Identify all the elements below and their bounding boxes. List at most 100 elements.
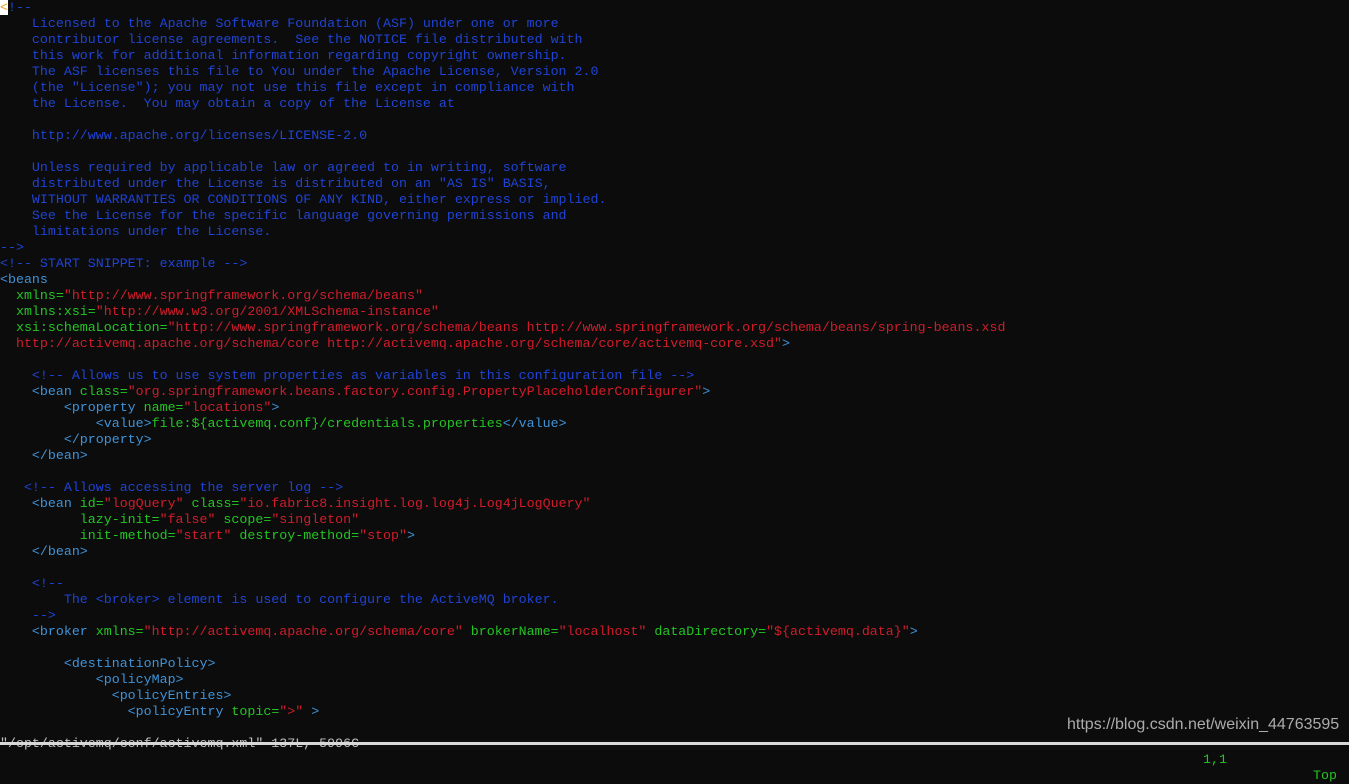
code-line: <destinationPolicy> [0, 656, 1349, 672]
code-line: xmlns="http://www.springframework.org/sc… [0, 288, 1349, 304]
comment-text: <!-- [0, 576, 64, 591]
xml-tag: </property> [0, 432, 152, 447]
comment-text: distributed under the License is distrib… [0, 176, 551, 191]
xml-attribute: brokerName= [462, 624, 559, 639]
code-line: <value>file:${activemq.conf}/credentials… [0, 416, 1349, 432]
string-value: "io.fabric8.insight.log.log4j.Log4jLogQu… [239, 496, 591, 511]
comment-text: contributor license agreements. See the … [0, 32, 583, 47]
string-value: "start" [175, 528, 232, 543]
xml-tag: <property [0, 400, 136, 415]
string-value: "http://activemq.apache.org/schema/core" [143, 624, 463, 639]
xml-tag: <policyEntry [0, 704, 224, 719]
xml-tag: > [702, 384, 711, 399]
comment-text: http://www.apache.org/licenses/LICENSE-2… [0, 128, 368, 143]
code-line: </bean> [0, 448, 1349, 464]
cursor-position: 1,1 [1203, 752, 1227, 767]
code-line: <policyMap> [0, 672, 1349, 688]
code-line: this work for additional information reg… [0, 48, 1349, 64]
comment-text: The ASF licenses this file to You under … [0, 64, 599, 79]
code-line: <!-- [0, 0, 1349, 16]
comment-text: --> [0, 608, 56, 623]
code-line: lazy-init="false" scope="singleton" [0, 512, 1349, 528]
code-line: See the License for the specific languag… [0, 208, 1349, 224]
scroll-position: Top [1313, 768, 1337, 783]
string-value: "false" [159, 512, 216, 527]
code-line: contributor license agreements. See the … [0, 32, 1349, 48]
code-line: </bean> [0, 544, 1349, 560]
comment-text: <!-- Allows us to use system properties … [0, 368, 695, 383]
code-line: <bean id="logQuery" class="io.fabric8.in… [0, 496, 1349, 512]
code-line: WITHOUT WARRANTIES OR CONDITIONS OF ANY … [0, 192, 1349, 208]
string-value: ">" [279, 704, 304, 719]
xml-tag: <policyEntries> [0, 688, 232, 703]
code-line: --> [0, 608, 1349, 624]
xml-attribute: destroy-method= [231, 528, 360, 543]
string-value: "localhost" [558, 624, 647, 639]
code-line: --> [0, 240, 1349, 256]
xml-tag: <value> [0, 416, 152, 431]
string-value: "${activemq.data}" [766, 624, 910, 639]
string-value: "http://www.springframework.org/schema/b… [167, 320, 1006, 335]
string-value: "http://www.w3.org/2001/XMLSchema-instan… [95, 304, 439, 319]
code-line: http://activemq.apache.org/schema/core h… [0, 336, 1349, 352]
code-line: <beans [0, 272, 1349, 288]
xml-tag: <beans [0, 272, 48, 287]
xml-tag: </bean> [0, 448, 88, 463]
code-line: The <broker> element is used to configur… [0, 592, 1349, 608]
xml-tag: </bean> [0, 544, 88, 559]
code-line: <policyEntries> [0, 688, 1349, 704]
code-line: http://www.apache.org/licenses/LICENSE-2… [0, 128, 1349, 144]
xml-attribute: xmlns:xsi= [0, 304, 96, 319]
code-line: init-method="start" destroy-method="stop… [0, 528, 1349, 544]
xml-attribute: name= [135, 400, 184, 415]
xml-attribute: xsi:schemaLocation= [0, 320, 168, 335]
xml-tag: > [909, 624, 918, 639]
xml-attribute: scope= [215, 512, 272, 527]
xml-attribute: xmlns= [0, 288, 64, 303]
code-line: <!-- Allows us to use system properties … [0, 368, 1349, 384]
code-line: </property> [0, 432, 1349, 448]
code-line: the License. You may obtain a copy of th… [0, 96, 1349, 112]
comment-text: the License. You may obtain a copy of th… [0, 96, 455, 111]
code-line: distributed under the License is distrib… [0, 176, 1349, 192]
xml-attribute: dataDirectory= [646, 624, 767, 639]
code-line: <bean class="org.springframework.beans.f… [0, 384, 1349, 400]
comment-text: <!-- START SNIPPET: example --> [0, 256, 248, 271]
xml-attribute: class= [71, 384, 128, 399]
xml-tag: <bean [0, 384, 72, 399]
comment-text: <!-- Allows accessing the server log --> [0, 480, 344, 495]
xml-tag: </value> [502, 416, 567, 431]
string-value: "http://www.springframework.org/schema/b… [63, 288, 423, 303]
comment-text: --> [0, 240, 24, 255]
code-line: Licensed to the Apache Software Foundati… [0, 16, 1349, 32]
code-line: xsi:schemaLocation="http://www.springfra… [0, 320, 1349, 336]
code-line: (the "License"); you may not use this fi… [0, 80, 1349, 96]
code-line: The ASF licenses this file to You under … [0, 64, 1349, 80]
comment-text: (the "License"); you may not use this fi… [0, 80, 575, 95]
comment-text: !-- [7, 0, 32, 15]
string-value: "logQuery" [103, 496, 184, 511]
code-line: xmlns:xsi="http://www.w3.org/2001/XMLSch… [0, 304, 1349, 320]
string-value: "locations" [183, 400, 272, 415]
xml-attribute: init-method= [0, 528, 176, 543]
comment-text: Licensed to the Apache Software Foundati… [0, 16, 559, 31]
xml-tag: > [406, 528, 415, 543]
xml-attribute: topic= [223, 704, 280, 719]
vim-editor-buffer[interactable]: <!-- Licensed to the Apache Software Fou… [0, 0, 1349, 720]
code-line: Unless required by applicable law or agr… [0, 160, 1349, 176]
comment-text: The <broker> element is used to configur… [0, 592, 559, 607]
string-value: http://activemq.apache.org/schema/core h… [0, 336, 782, 351]
xml-tag: > [781, 336, 790, 351]
xml-attribute: lazy-init= [0, 512, 160, 527]
watermark: https://blog.csdn.net/weixin_44763595 [1067, 716, 1340, 733]
xml-attribute: id= [71, 496, 104, 511]
code-line: <!-- [0, 576, 1349, 592]
xml-tag: <bean [0, 496, 72, 511]
xml-attribute: class= [183, 496, 240, 511]
